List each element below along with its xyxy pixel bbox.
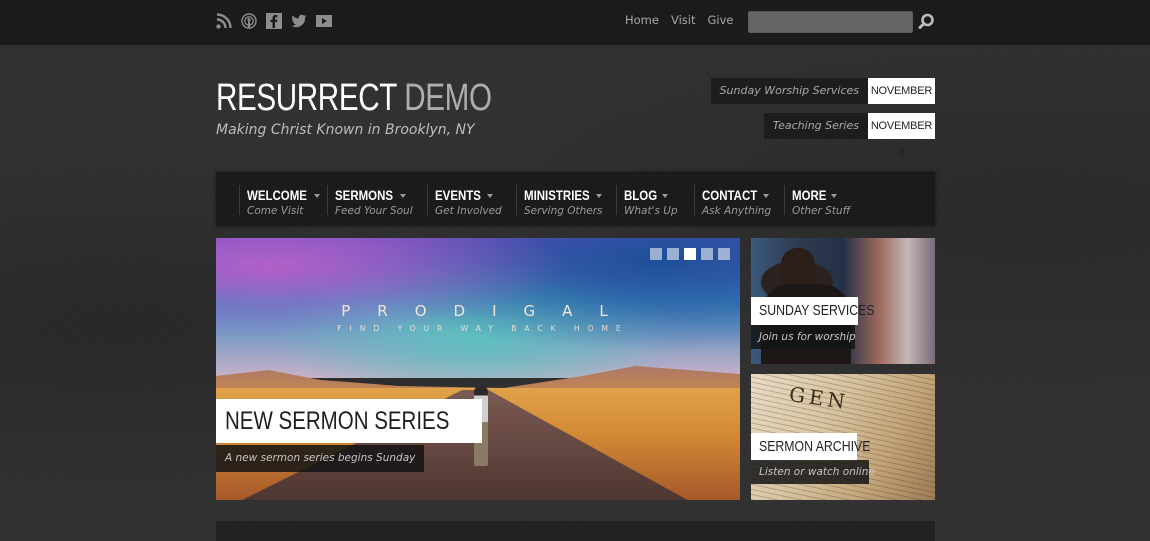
panel-image-text: GEN bbox=[787, 381, 851, 415]
nav-sublabel: Get Involved bbox=[435, 205, 502, 217]
slide-image-title: PRODIGAL bbox=[341, 302, 635, 320]
site-logo[interactable]: RESURRECT DEMO bbox=[216, 76, 492, 120]
panel-sunday-services[interactable]: SUNDAY SERVICES Join us for worship bbox=[751, 238, 935, 364]
date-label: Sunday Worship Services bbox=[710, 78, 868, 104]
nav-sublabel: Ask Anything bbox=[702, 205, 772, 217]
youtube-icon[interactable] bbox=[316, 13, 332, 29]
panel-title-text: SERMON ARCHIVE bbox=[759, 438, 871, 455]
nav-item-sermons[interactable]: SERMONS Feed Your Soul bbox=[327, 185, 413, 217]
nav-label: EVENTS bbox=[435, 187, 481, 203]
slider-pagination bbox=[650, 248, 730, 260]
panel-title-text: SUNDAY SERVICES bbox=[759, 302, 875, 319]
top-link-visit[interactable]: Visit bbox=[671, 13, 696, 27]
nav-item-events[interactable]: EVENTS Get Involved bbox=[427, 185, 502, 217]
top-bar: Home Visit Give bbox=[0, 0, 1150, 44]
nav-item-blog[interactable]: BLOG What's Up bbox=[616, 185, 678, 217]
nav-sublabel: Come Visit bbox=[247, 205, 304, 217]
facebook-icon[interactable] bbox=[266, 13, 282, 29]
nav-sublabel: What's Up bbox=[624, 205, 678, 217]
slider-dot-5[interactable] bbox=[718, 248, 730, 260]
nav-label: MINISTRIES bbox=[524, 187, 590, 203]
twitter-icon[interactable] bbox=[291, 13, 307, 29]
date-value: NOVEMBER 8 bbox=[868, 113, 935, 158]
caret-down-icon bbox=[831, 193, 837, 198]
social-links bbox=[216, 13, 332, 29]
top-links: Home Visit Give bbox=[625, 13, 733, 27]
caret-down-icon bbox=[662, 193, 669, 198]
date-label: Teaching Series bbox=[763, 113, 868, 139]
logo-primary: RESURRECT bbox=[216, 77, 397, 119]
top-link-give[interactable]: Give bbox=[707, 13, 733, 27]
site-tagline: Making Christ Known in Brooklyn, NY bbox=[216, 122, 475, 138]
slide-caption-subtitle: A new sermon series begins Sunday bbox=[216, 445, 425, 472]
caret-down-icon bbox=[763, 193, 770, 198]
slide-image-subtitle: FIND YOUR WAY BACK HOME bbox=[337, 324, 629, 333]
slide-caption-title[interactable]: NEW SERMON SERIES bbox=[216, 399, 482, 443]
search-input[interactable] bbox=[748, 11, 913, 33]
search-icon[interactable] bbox=[918, 13, 935, 30]
panel-sermon-archive[interactable]: GEN SERMON ARCHIVE Listen or watch onlin… bbox=[751, 374, 935, 500]
nav-label: SERMONS bbox=[335, 187, 394, 203]
rss-icon[interactable] bbox=[216, 13, 232, 29]
podcast-icon[interactable] bbox=[241, 13, 257, 29]
caret-down-icon bbox=[314, 193, 321, 198]
slider-dot-1[interactable] bbox=[650, 248, 662, 260]
main-nav: WELCOME Come Visit SERMONS Feed Your Sou… bbox=[216, 172, 935, 226]
nav-item-more[interactable]: MORE Other Stuff bbox=[784, 185, 851, 217]
date-teaching-series[interactable]: Teaching Series NOVEMBER 8 bbox=[763, 113, 935, 158]
caret-down-icon bbox=[487, 193, 494, 198]
panel-title: SERMON ARCHIVE bbox=[751, 433, 870, 461]
panel-subtitle: Listen or watch online bbox=[751, 460, 875, 484]
caret-down-icon bbox=[596, 193, 603, 198]
nav-label: MORE bbox=[792, 187, 827, 203]
nav-item-contact[interactable]: CONTACT Ask Anything bbox=[694, 185, 772, 217]
slide-caption-title-text: NEW SERMON SERIES bbox=[225, 407, 450, 435]
panel-subtitle: Join us for worship bbox=[751, 325, 856, 349]
nav-sublabel: Feed Your Soul bbox=[335, 205, 413, 217]
nav-label: BLOG bbox=[624, 187, 658, 203]
caret-down-icon bbox=[399, 193, 406, 198]
date-value: NOVEMBER 8 bbox=[868, 78, 935, 123]
nav-label: CONTACT bbox=[702, 187, 758, 203]
slider-dot-3[interactable] bbox=[684, 248, 696, 260]
nav-sublabel: Serving Others bbox=[524, 205, 603, 217]
slider-dot-4[interactable] bbox=[701, 248, 713, 260]
slider-dot-2[interactable] bbox=[667, 248, 679, 260]
logo-secondary: DEMO bbox=[404, 77, 492, 119]
nav-item-welcome[interactable]: WELCOME Come Visit bbox=[239, 185, 321, 217]
nav-label: WELCOME bbox=[247, 187, 307, 203]
content-area-top bbox=[216, 521, 935, 541]
top-link-home[interactable]: Home bbox=[625, 13, 659, 27]
hero-slider[interactable]: PRODIGAL FIND YOUR WAY BACK HOME NEW SER… bbox=[216, 238, 740, 500]
date-sunday-worship[interactable]: Sunday Worship Services NOVEMBER 8 bbox=[710, 78, 935, 123]
nav-sublabel: Other Stuff bbox=[792, 205, 851, 217]
nav-item-ministries[interactable]: MINISTRIES Serving Others bbox=[516, 185, 604, 217]
panel-title: SUNDAY SERVICES bbox=[751, 297, 875, 325]
